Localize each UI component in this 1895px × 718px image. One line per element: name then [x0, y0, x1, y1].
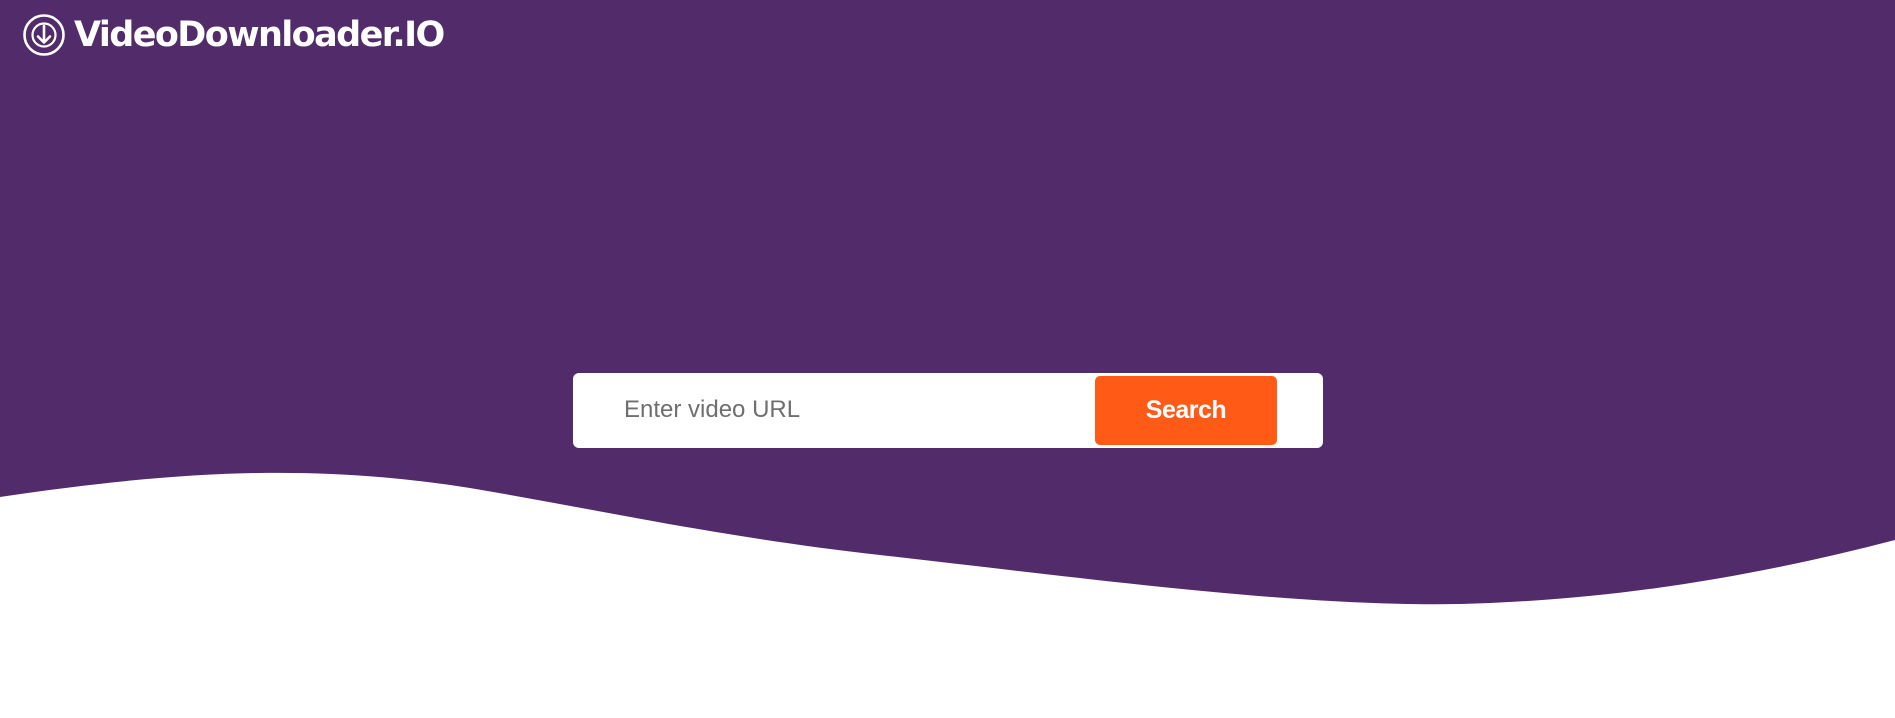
video-url-input[interactable]	[593, 379, 1093, 441]
download-circle-icon	[23, 14, 65, 56]
hero-wave-shape	[0, 0, 1895, 605]
hero-wave-background	[0, 0, 1895, 605]
search-button[interactable]: Search	[1095, 376, 1277, 445]
page: VideoDownloader.IO Search	[0, 0, 1895, 718]
site-name: VideoDownloader.IO	[74, 15, 445, 55]
site-logo[interactable]: VideoDownloader.IO	[22, 13, 445, 57]
search-bar: Search	[573, 373, 1323, 448]
